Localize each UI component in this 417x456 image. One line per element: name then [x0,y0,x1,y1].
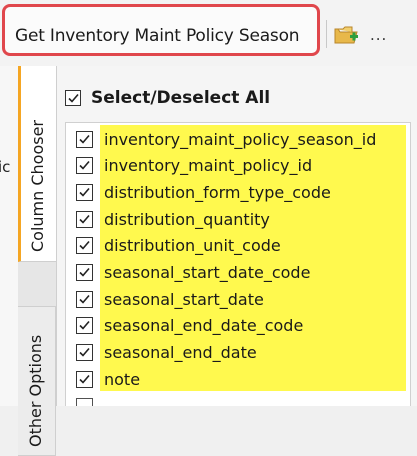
column-list-item[interactable]: seasonal_end_date [76,341,257,365]
tab-column-chooser[interactable]: Column Chooser [18,66,56,262]
column-label: distribution_quantity [104,209,270,229]
column-list-item[interactable]: seasonal_end_date_code [76,314,303,338]
column-checkbox[interactable] [76,264,93,281]
column-list-item[interactable]: inventory_maint_policy_id [76,154,312,178]
column-label: seasonal_end_date_code [104,316,304,336]
column-checkbox[interactable] [76,397,93,406]
column-label: inventory_maint_policy_season_id [104,129,377,149]
checkmark-icon [79,187,90,197]
column-list-item[interactable]: distribution_quantity [76,207,270,231]
column-list-item-partial[interactable] [76,394,93,406]
column-checkbox[interactable] [76,157,93,175]
checkmark-icon [79,348,90,357]
left-panel-text: ic [0,158,11,176]
column-label: distribution_form_type_code [104,182,331,202]
checkmark-icon [67,93,79,103]
column-list-item[interactable]: seasonal_start_date_code [76,261,310,285]
column-checkbox[interactable] [76,370,93,388]
column-checkbox[interactable] [76,237,93,255]
folder-add-icon[interactable] [334,24,360,46]
column-label: distribution_unit_code [104,236,281,256]
column-list-item[interactable]: inventory_maint_policy_season_id [76,127,376,151]
toolbar: Get Inventory Maint Policy Season ... [0,0,417,66]
column-chooser-panel: Select/Deselect All inventory_maint_poli… [57,66,417,406]
toolbar-separator [326,20,327,48]
column-checkbox[interactable] [76,290,93,308]
checkmark-icon [79,294,90,304]
select-all-row[interactable]: Select/Deselect All [65,86,270,110]
column-checkbox[interactable] [76,344,93,362]
column-list-item[interactable]: distribution_form_type_code [76,180,331,204]
title-label: Get Inventory Maint Policy Season [15,26,300,46]
column-list-item[interactable]: note [76,367,140,391]
column-checkbox[interactable] [76,210,93,228]
vertical-tab-strip: Column Chooser Other Options [18,66,57,456]
column-list-item[interactable]: seasonal_start_date [76,287,264,311]
checkmark-icon [79,241,90,250]
column-label: seasonal_end_date [104,343,257,363]
column-label: seasonal_start_date_code [104,263,311,282]
checkmark-icon [79,374,90,384]
column-label: seasonal_start_date [104,289,264,309]
checkmark-icon [79,321,90,331]
column-checkbox[interactable] [76,183,93,201]
more-button[interactable]: ... [370,26,387,44]
column-checkbox[interactable] [76,317,93,335]
select-all-label: Select/Deselect All [91,88,271,108]
column-list-item[interactable]: distribution_unit_code [76,234,281,258]
left-panel-edge: ic [0,66,19,406]
checkmark-icon [79,214,90,224]
select-all-checkbox[interactable] [65,90,81,106]
tab-other-options[interactable]: Other Options [18,306,56,456]
column-checkbox[interactable] [76,130,93,148]
title-button[interactable]: Get Inventory Maint Policy Season [2,4,320,56]
checkmark-icon [79,161,90,170]
column-list: inventory_maint_policy_season_id inventor… [65,122,411,406]
checkmark-icon [79,134,90,144]
tab-column-chooser-label: Column Chooser [28,119,47,252]
tab-other-options-label: Other Options [26,334,45,447]
column-label: note [104,369,141,389]
column-label: inventory_maint_policy_id [104,156,313,176]
checkmark-icon [79,267,90,277]
